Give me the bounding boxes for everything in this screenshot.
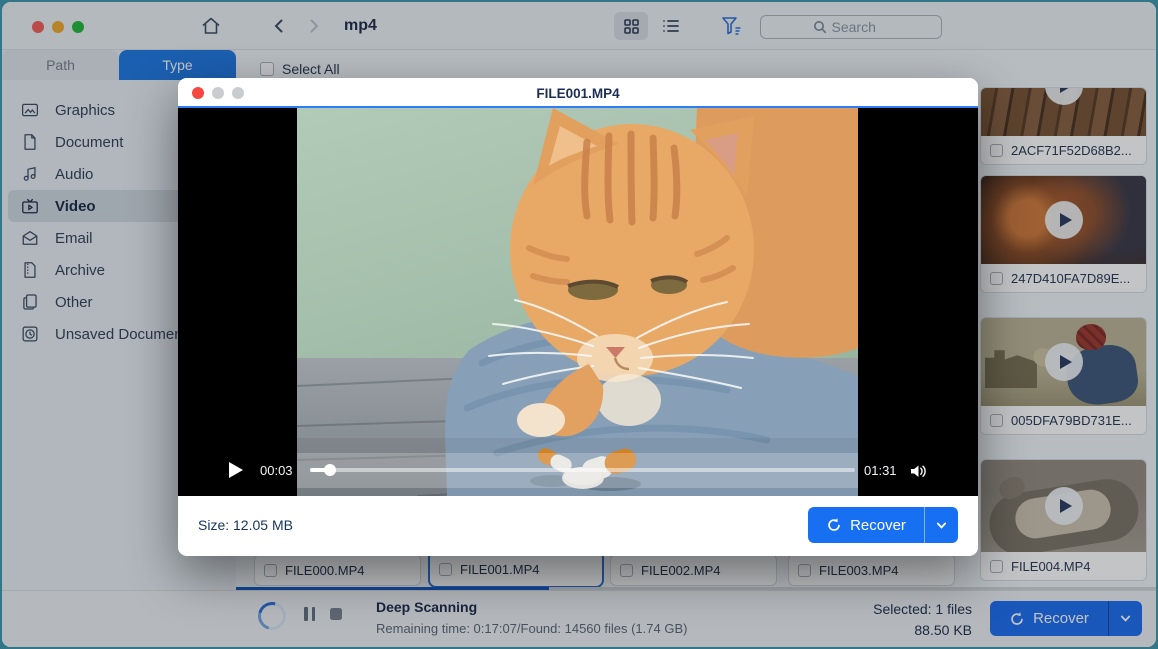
modal-title: FILE001.MP4 xyxy=(178,78,978,108)
screen: mp4 Path Type xyxy=(0,0,1158,649)
file-size-label: Size: 12.05 MB xyxy=(198,496,293,554)
chevron-down-icon xyxy=(935,519,948,532)
modal-footer: Size: 12.05 MB Recover xyxy=(178,496,978,554)
video-frame-cat[interactable] xyxy=(297,108,858,496)
preview-modal: FILE001.MP4 xyxy=(178,78,978,556)
seek-bar[interactable] xyxy=(310,468,855,472)
video-player[interactable]: 00:03 01:31 xyxy=(178,108,978,496)
modal-recover-button[interactable]: Recover xyxy=(808,507,958,543)
play-button[interactable] xyxy=(229,462,243,478)
modal-recover-dropdown-button[interactable] xyxy=(925,507,958,543)
volume-icon[interactable] xyxy=(908,461,928,481)
duration-time: 01:31 xyxy=(864,463,897,478)
seek-thumb[interactable] xyxy=(324,464,336,476)
current-time: 00:03 xyxy=(260,463,293,478)
modal-titlebar: FILE001.MP4 xyxy=(178,78,978,108)
recover-icon xyxy=(826,517,842,533)
